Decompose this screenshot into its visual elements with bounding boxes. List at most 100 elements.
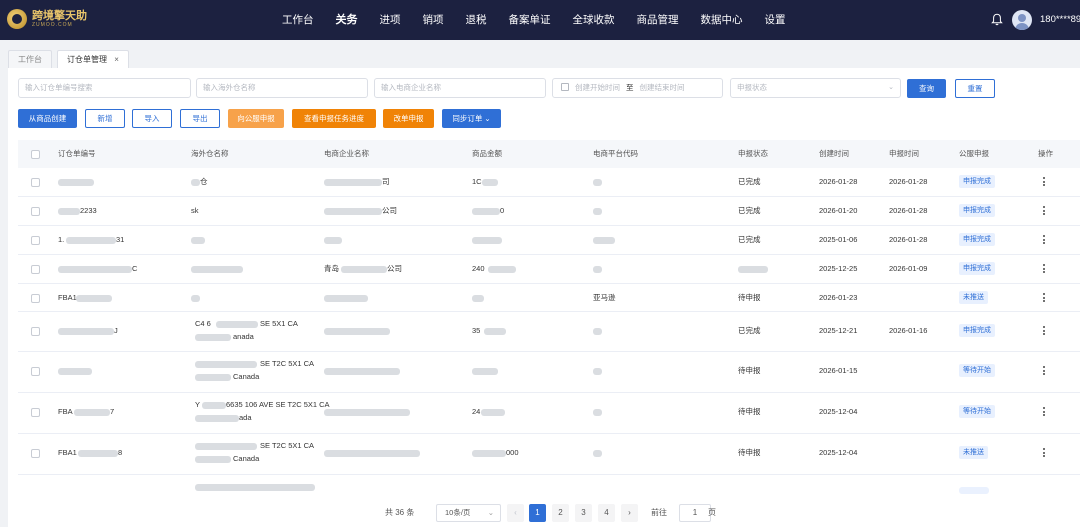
bell-icon[interactable] (991, 13, 1003, 26)
page-size-select[interactable]: 10条/页 ⌄ (436, 504, 501, 522)
redacted-warehouse (191, 179, 200, 186)
row-checkbox[interactable] (31, 236, 40, 245)
status-placeholder: 申报状态 (737, 83, 767, 92)
more-actions-icon[interactable] (1043, 206, 1046, 217)
table-row[interactable]: FBA 7 Y 6635 106 AVE SE T2C 5X1 CA ada 2… (18, 393, 1080, 434)
row-checkbox[interactable] (31, 408, 40, 417)
page-button-2[interactable]: 2 (552, 504, 569, 522)
nav-global-collection[interactable]: 全球收款 (573, 0, 615, 40)
goods-amount: 0 (500, 206, 505, 215)
table-row[interactable]: FBA1 亚马逊 待申报 2026-01-23 未推送 (18, 284, 1080, 312)
view-declare-progress-button[interactable]: 查看申报任务进度 (292, 109, 376, 128)
declare-to-platform-button[interactable]: 向公服申报 (228, 109, 284, 128)
create-from-goods-button[interactable]: 从商品创建 (18, 109, 77, 128)
table-header: 订仓单编号 海外仓名称 电商企业名称 商品金额 电商平台代码 申报状态 创建时间… (18, 140, 1080, 168)
nav-data-center[interactable]: 数据中心 (701, 0, 743, 40)
goto-page-input[interactable]: 1 (679, 504, 711, 522)
redacted-company (324, 368, 400, 375)
more-actions-icon[interactable] (1043, 326, 1046, 337)
page-unit-label: 页 (708, 508, 716, 517)
top-navigation-bar: 跨境擎天助 ZUMOO.COM 工作台 关务 进项 销项 退税 备案单证 全球收… (0, 0, 1080, 40)
nav-filing-docs[interactable]: 备案单证 (509, 0, 551, 40)
import-button[interactable]: 导入 (132, 109, 172, 128)
page-button-3[interactable]: 3 (575, 504, 592, 522)
order-no-suffix: 31 (116, 235, 125, 244)
redacted-platform (593, 237, 615, 244)
created-time: 2025-12-04 (819, 407, 858, 416)
order-no: 2233 (80, 206, 97, 215)
table-row[interactable]: 2233 sk 公司 0 已完成 2026-01-20 2026-01-28 申… (18, 197, 1080, 226)
warehouse-name: 仓 (200, 177, 208, 186)
warehouse-name-input[interactable]: 输入海外仓名称 (196, 78, 368, 98)
prev-page-button[interactable]: ‹ (507, 504, 524, 522)
select-all-checkbox[interactable] (31, 150, 40, 159)
total-count: 共 36 条 (385, 508, 415, 517)
table-row[interactable]: SE T2C 5X1 CA Canada 待申报 2026-01-15 等待开始 (18, 352, 1080, 393)
row-checkbox[interactable] (31, 367, 40, 376)
more-actions-icon[interactable] (1043, 235, 1046, 246)
search-button[interactable]: 查询 (907, 79, 946, 98)
created-time: 2025-12-21 (819, 326, 858, 335)
nav-customs[interactable]: 关务 (336, 0, 358, 40)
row-checkbox[interactable] (31, 265, 40, 274)
tab-warehouse-order[interactable]: 订仓单管理 × (57, 50, 129, 68)
more-actions-icon[interactable] (1043, 177, 1046, 188)
declared-time: 2026-01-28 (889, 235, 928, 244)
declare-status: 已完成 (738, 206, 761, 215)
company-name-input[interactable]: 输入电商企业名称 (374, 78, 546, 98)
page-button-1[interactable]: 1 (529, 504, 546, 522)
redacted-amount (481, 409, 505, 416)
next-page-button[interactable]: › (621, 504, 638, 522)
tab-workbench[interactable]: 工作台 (8, 50, 52, 68)
user-avatar[interactable] (1012, 10, 1032, 30)
table-row[interactable]: J C4 6 SE 5X1 CA anada 35 已完成 2025-12-21… (18, 312, 1080, 352)
warehouse-country: anada (233, 332, 254, 341)
logo-name: 跨境擎天助 (32, 8, 87, 22)
close-icon[interactable]: × (114, 55, 119, 64)
nav-settings[interactable]: 设置 (765, 0, 786, 40)
company-prefix: 青岛 (324, 264, 339, 273)
status-badge: 等待开始 (959, 405, 995, 418)
table-row[interactable]: FBA1 8 SE T2C 5X1 CA Canada 000 待申报 2025… (18, 434, 1080, 475)
row-checkbox[interactable] (31, 327, 40, 336)
nav-workbench[interactable]: 工作台 (282, 0, 314, 40)
nav-input-tax[interactable]: 进项 (380, 0, 401, 40)
row-checkbox[interactable] (31, 178, 40, 187)
reset-button[interactable]: 重置 (955, 79, 995, 98)
more-actions-icon[interactable] (1043, 366, 1046, 377)
change-declare-button[interactable]: 改单申报 (383, 109, 434, 128)
more-actions-icon[interactable] (1043, 293, 1046, 304)
row-checkbox[interactable] (31, 449, 40, 458)
brand-logo[interactable]: 跨境擎天助 ZUMOO.COM (7, 9, 87, 29)
warehouse-address: SE T2C 5X1 CA (260, 441, 315, 450)
add-button[interactable]: 新增 (85, 109, 125, 128)
status-badge: 申报完成 (959, 233, 995, 246)
table-row[interactable]: 仓 司 1C 已完成 2026-01-28 2026-01-28 申报完成 (18, 168, 1080, 197)
more-actions-icon[interactable] (1043, 448, 1046, 459)
redacted-warehouse (191, 266, 243, 273)
order-no-search-input[interactable]: 输入订仓单编号搜索 (18, 78, 191, 98)
table-row[interactable]: 1. 31 已完成 2025-01-06 2026-01-28 申报完成 (18, 226, 1080, 255)
warehouse-address: SE 5X1 CA (260, 319, 298, 328)
page-button-4[interactable]: 4 (598, 504, 615, 522)
more-actions-icon[interactable] (1043, 407, 1046, 418)
nav-output-tax[interactable]: 销项 (423, 0, 444, 40)
redacted-warehouse (216, 321, 258, 328)
more-actions-icon[interactable] (1043, 264, 1046, 275)
export-button[interactable]: 导出 (180, 109, 220, 128)
declare-status-select[interactable]: 申报状态 ⌄ (730, 78, 901, 98)
row-checkbox[interactable] (31, 294, 40, 303)
calendar-icon (561, 83, 569, 91)
status-badge: 申报完成 (959, 262, 995, 275)
table-row[interactable] (18, 475, 1080, 497)
nav-tax-refund[interactable]: 退税 (466, 0, 487, 40)
user-account[interactable]: 180****89 (1040, 0, 1080, 40)
sync-orders-dropdown[interactable]: 同步订单 ⌄ (442, 109, 501, 128)
date-range-picker[interactable]: 创建开始时间至创建结束时间 (552, 78, 723, 98)
created-time: 2026-01-28 (819, 177, 858, 186)
table-row[interactable]: C 青岛 公司 240 2025-12-25 2026-01-09 申报完成 (18, 255, 1080, 284)
redacted-order-no (74, 409, 110, 416)
column-header: 电商平台代码 (593, 149, 638, 158)
row-checkbox[interactable] (31, 207, 40, 216)
nav-goods-management[interactable]: 商品管理 (637, 0, 679, 40)
